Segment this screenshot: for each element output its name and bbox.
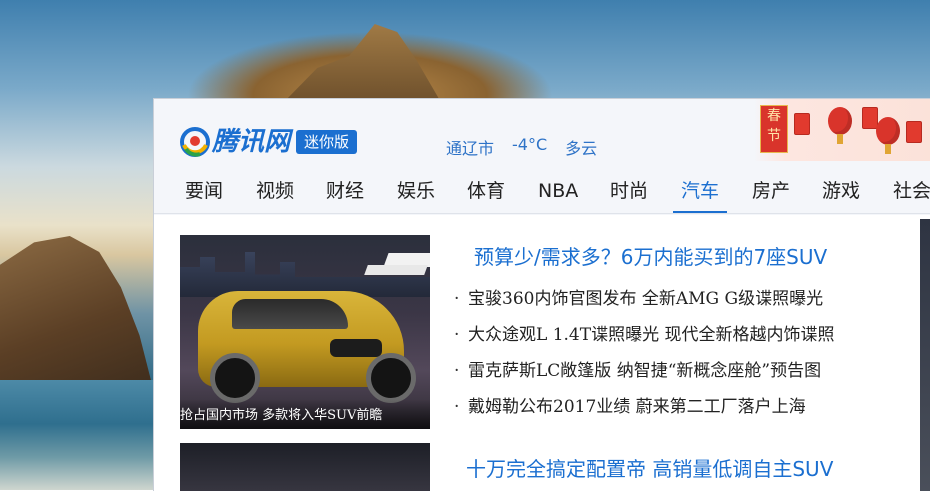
- featured-headline[interactable]: 预算少/需求多？6万内能买到的7座SUV: [474, 241, 827, 270]
- nav-tab-fashion[interactable]: 时尚: [610, 177, 648, 211]
- car-wheel: [210, 353, 260, 403]
- news-item[interactable]: · 宝骏360内饰官图发布 全新AMG G级谍照曝光: [454, 281, 834, 317]
- category-nav: 要闻 视频 财经 娱乐 体育 NBA 时尚 汽车 房产 游戏 社会: [154, 177, 930, 214]
- news-item[interactable]: · 戴姆勒公布2017业绩 蔚来第二工厂落户上海: [454, 389, 834, 425]
- weather-condition: 多云: [565, 139, 598, 158]
- lantern-icon: [876, 117, 900, 154]
- weather-info[interactable]: 通辽市 -4°C 多云: [446, 135, 597, 159]
- spring-festival-tag: 春节: [760, 105, 788, 153]
- wallpaper-rock-left: [0, 236, 155, 396]
- nav-tab-nba[interactable]: NBA: [538, 177, 578, 211]
- image-light: [364, 265, 428, 275]
- featured-image-caption: 抢占国内市场 多款将入华SUV前瞻: [180, 399, 430, 429]
- nav-tab-society[interactable]: 社会: [893, 177, 930, 211]
- news-item[interactable]: · 大众途观L 1.4T谍照曝光 现代全新格越内饰谍照: [454, 317, 834, 353]
- nav-tab-headlines[interactable]: 要闻: [185, 177, 223, 211]
- lantern-icon: [828, 107, 852, 144]
- wallpaper-sea: [0, 380, 155, 490]
- spring-festival-banner[interactable]: 春节: [754, 99, 930, 161]
- news-item[interactable]: · 雷克萨斯LC敞篷版 纳智捷“新概念座舱”预告图: [454, 353, 834, 389]
- logo[interactable]: 腾讯网 迷你版: [180, 125, 358, 159]
- next-panel-edge: [920, 219, 930, 491]
- tencent-logo-icon: [180, 127, 210, 157]
- nav-tab-sports[interactable]: 体育: [467, 177, 505, 211]
- second-image[interactable]: [180, 443, 430, 491]
- featured-image[interactable]: 抢占国内市场 多款将入华SUV前瞻: [180, 235, 430, 429]
- second-headline[interactable]: 十万完全搞定配置帝 高销量低调自主SUV: [466, 453, 833, 482]
- red-envelope-icon: [906, 121, 922, 143]
- car-wheel: [366, 353, 416, 403]
- nav-tab-video[interactable]: 视频: [256, 177, 294, 211]
- tencent-news-mini-window: 腾讯网 迷你版 通辽市 -4°C 多云 春节 要闻 视频 财经 娱乐 体育 NB…: [153, 98, 930, 491]
- weather-temperature: -4°C: [512, 135, 548, 154]
- nav-tab-games[interactable]: 游戏: [822, 177, 860, 211]
- header-bar: 腾讯网 迷你版 通辽市 -4°C 多云 春节 要闻 视频 财经 娱乐 体育 NB…: [154, 99, 930, 215]
- nav-tab-finance[interactable]: 财经: [326, 177, 364, 211]
- car-grill: [330, 339, 382, 357]
- weather-city[interactable]: 通辽市: [446, 135, 494, 159]
- nav-tab-auto[interactable]: 汽车: [673, 177, 728, 213]
- news-list: · 宝骏360内饰官图发布 全新AMG G级谍照曝光 · 大众途观L 1.4T谍照曝…: [454, 281, 834, 425]
- nav-tab-entertainment[interactable]: 娱乐: [397, 177, 435, 211]
- mini-edition-badge: 迷你版: [296, 130, 358, 154]
- news-content: 抢占国内市场 多款将入华SUV前瞻 预算少/需求多？6万内能买到的7座SUV ·…: [154, 215, 930, 491]
- red-envelope-icon: [794, 113, 810, 135]
- wallpaper-rock-peak: [282, 24, 442, 104]
- brand-name: 腾讯网: [212, 127, 291, 157]
- nav-tab-realestate[interactable]: 房产: [752, 177, 790, 211]
- car-window: [232, 299, 348, 329]
